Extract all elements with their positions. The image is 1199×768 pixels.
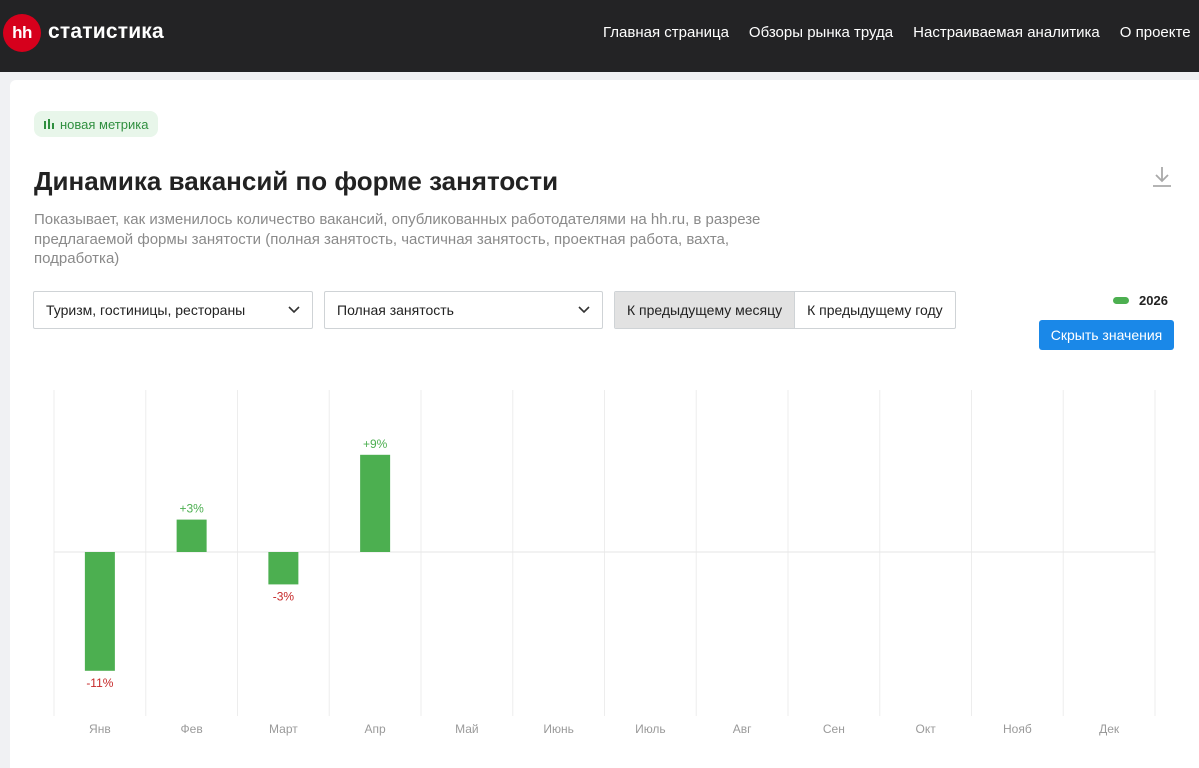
chart-bar [84,552,115,671]
chart-bar [176,519,207,552]
x-tick-label: Дек [1099,722,1120,736]
x-tick-label: Июль [635,722,666,736]
x-tick-label: Нояб [1003,722,1032,736]
bar-data-label: -11% [86,676,113,690]
nav-market-reviews[interactable]: Обзоры рынка труда [749,24,893,41]
bar-data-label: +3% [179,502,204,516]
x-tick-label: Янв [89,722,111,736]
x-tick-label: Март [269,722,298,736]
x-tick-label: Авг [733,722,752,736]
top-bar: hh статистика Главная страница Обзоры ры… [0,0,1199,72]
chart-bar [360,454,391,552]
x-tick-label: Июнь [543,722,574,736]
nav-custom-analytics[interactable]: Настраиваемая аналитика [913,24,1100,41]
x-tick-label: Май [455,722,479,736]
hh-logo[interactable]: hh [3,14,41,52]
logo-text[interactable]: статистика [48,20,164,44]
x-tick-label: Сен [823,722,845,736]
nav-about[interactable]: О проекте [1120,24,1191,41]
metric-card: новая метрика Динамика вакансий по форме… [10,80,1199,768]
nav-home[interactable]: Главная страница [603,24,729,41]
x-tick-label: Апр [365,722,387,736]
chart-bar [268,552,299,585]
x-tick-label: Окт [916,722,937,736]
bar-chart: Янв Фев Март Апр Май Июнь Июль Авг Сен Окт Нояб Дек… [53,390,1156,736]
bar-data-label: +9% [363,437,388,451]
main-nav: Главная страница Обзоры рынка труда Наст… [603,24,1199,41]
x-tick-label: Фев [181,722,203,736]
bar-data-label: -3% [273,589,295,603]
